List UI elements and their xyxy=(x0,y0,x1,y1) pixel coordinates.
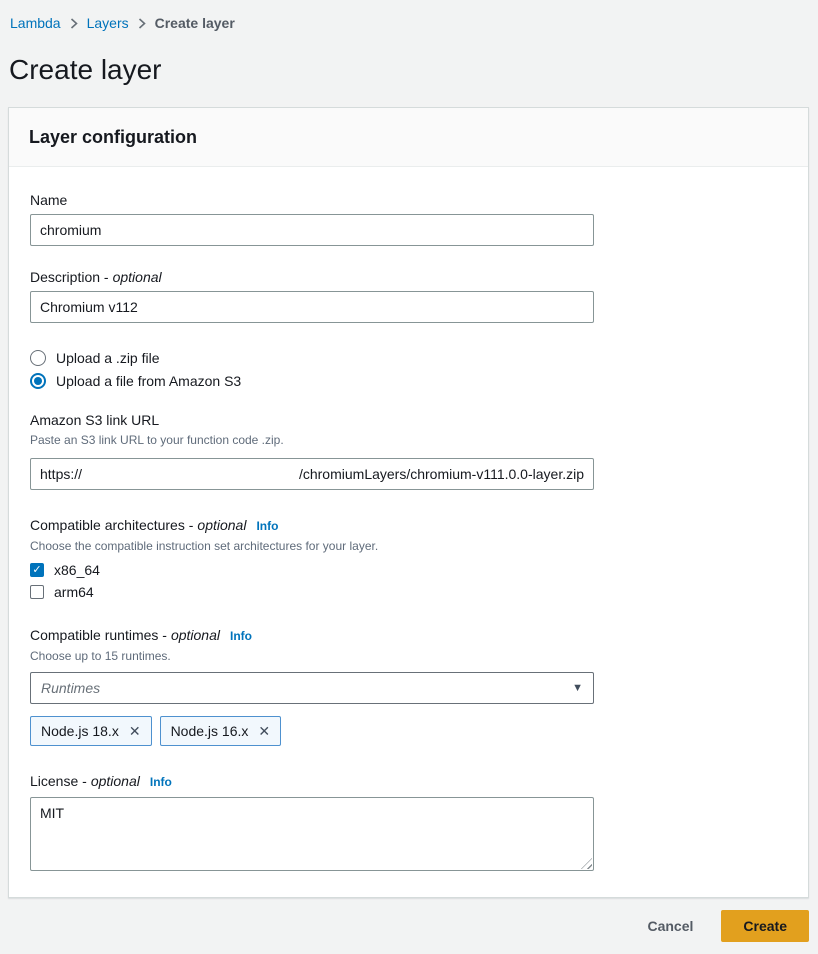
s3-url-label: Amazon S3 link URL xyxy=(30,411,788,429)
token-nodejs-16: Node.js 16.x ✕ xyxy=(160,716,282,746)
runtimes-token-row: Node.js 18.x ✕ Node.js 16.x ✕ xyxy=(30,716,788,746)
breadcrumb-link-layers[interactable]: Layers xyxy=(87,15,129,31)
license-label-text: License - xyxy=(30,772,87,790)
cancel-button[interactable]: Cancel xyxy=(647,918,693,934)
token-nodejs-18-label: Node.js 18.x xyxy=(41,723,119,739)
checkbox-arm64[interactable]: arm64 xyxy=(30,584,788,600)
remove-token-icon[interactable]: ✕ xyxy=(129,724,141,738)
page-title: Create layer xyxy=(9,53,818,87)
architectures-checkbox-group: ✓ x86_64 arm64 xyxy=(30,562,788,600)
license-field: License - optional Info MIT xyxy=(30,772,788,871)
runtimes-select-placeholder: Runtimes xyxy=(41,680,100,696)
breadcrumb-link-lambda[interactable]: Lambda xyxy=(10,15,61,31)
architectures-label-text: Compatible architectures - xyxy=(30,516,193,534)
description-input[interactable] xyxy=(30,291,594,323)
runtimes-optional-text: optional xyxy=(171,626,220,644)
form-actions: Cancel Create xyxy=(0,898,818,954)
upload-method-radio-group: Upload a .zip file Upload a file from Am… xyxy=(30,350,788,389)
s3-url-field: Amazon S3 link URL Paste an S3 link URL … xyxy=(30,411,788,490)
runtimes-description: Choose up to 15 runtimes. xyxy=(30,648,788,664)
architectures-info-link[interactable]: Info xyxy=(256,517,278,535)
token-nodejs-18: Node.js 18.x ✕ xyxy=(30,716,152,746)
s3-url-value-suffix: /chromiumLayers/chromium-v111.0.0-layer.… xyxy=(299,466,584,482)
description-label: Description - optional xyxy=(30,268,788,286)
license-value: MIT xyxy=(40,805,64,821)
breadcrumb-current-create-layer: Create layer xyxy=(155,15,235,31)
s3-url-label-text: Amazon S3 link URL xyxy=(30,411,159,429)
breadcrumb-separator-icon xyxy=(70,18,78,29)
license-info-link[interactable]: Info xyxy=(150,773,172,791)
s3-url-description: Paste an S3 link URL to your function co… xyxy=(30,432,788,448)
license-label: License - optional Info xyxy=(30,772,788,791)
create-layer-page: Lambda Layers Create layer Create layer … xyxy=(0,0,818,954)
architectures-label: Compatible architectures - optional Info xyxy=(30,516,788,535)
radio-selected-icon[interactable] xyxy=(30,373,46,389)
checkbox-unchecked-icon[interactable] xyxy=(30,585,44,599)
create-button[interactable]: Create xyxy=(721,910,809,942)
license-optional-text: optional xyxy=(91,772,140,790)
resize-handle-icon[interactable] xyxy=(581,858,592,869)
layer-configuration-panel: Layer configuration Name Description - o… xyxy=(8,107,809,898)
dropdown-caret-icon: ▼ xyxy=(572,683,583,694)
radio-unselected-icon[interactable] xyxy=(30,350,46,366)
remove-token-icon[interactable]: ✕ xyxy=(258,724,270,738)
name-label-text: Name xyxy=(30,191,67,209)
breadcrumb-separator-icon xyxy=(138,18,146,29)
runtimes-info-link[interactable]: Info xyxy=(230,627,252,645)
radio-upload-s3-label: Upload a file from Amazon S3 xyxy=(56,373,241,389)
license-textarea[interactable]: MIT xyxy=(30,797,594,871)
radio-upload-s3[interactable]: Upload a file from Amazon S3 xyxy=(30,373,788,389)
radio-upload-zip[interactable]: Upload a .zip file xyxy=(30,350,788,366)
architectures-description: Choose the compatible instruction set ar… xyxy=(30,538,788,554)
panel-title: Layer configuration xyxy=(29,126,788,148)
checkbox-x86-64-label: x86_64 xyxy=(54,562,100,578)
s3-url-value-prefix: https:// xyxy=(40,466,82,482)
panel-body: Name Description - optional Upload a .zi… xyxy=(9,167,808,897)
runtimes-label-text: Compatible runtimes - xyxy=(30,626,167,644)
checkbox-x86-64[interactable]: ✓ x86_64 xyxy=(30,562,788,578)
description-label-text: Description - xyxy=(30,268,109,286)
checkbox-checked-icon[interactable]: ✓ xyxy=(30,563,44,577)
runtimes-select[interactable]: Runtimes ▼ xyxy=(30,672,594,704)
architectures-field: Compatible architectures - optional Info… xyxy=(30,516,788,600)
name-label: Name xyxy=(30,191,788,209)
name-field: Name xyxy=(30,191,788,246)
description-field: Description - optional xyxy=(30,268,788,323)
token-nodejs-16-label: Node.js 16.x xyxy=(171,723,249,739)
breadcrumb: Lambda Layers Create layer xyxy=(0,0,818,31)
description-optional-text: optional xyxy=(113,268,162,286)
panel-header: Layer configuration xyxy=(9,108,808,167)
runtimes-field: Compatible runtimes - optional Info Choo… xyxy=(30,626,788,746)
checkbox-arm64-label: arm64 xyxy=(54,584,94,600)
check-icon: ✓ xyxy=(32,565,41,576)
runtimes-label: Compatible runtimes - optional Info xyxy=(30,626,788,645)
s3-url-input[interactable]: https:// /chromiumLayers/chromium-v111.0… xyxy=(30,458,594,490)
name-input[interactable] xyxy=(30,214,594,246)
architectures-optional-text: optional xyxy=(197,516,246,534)
radio-upload-zip-label: Upload a .zip file xyxy=(56,350,160,366)
